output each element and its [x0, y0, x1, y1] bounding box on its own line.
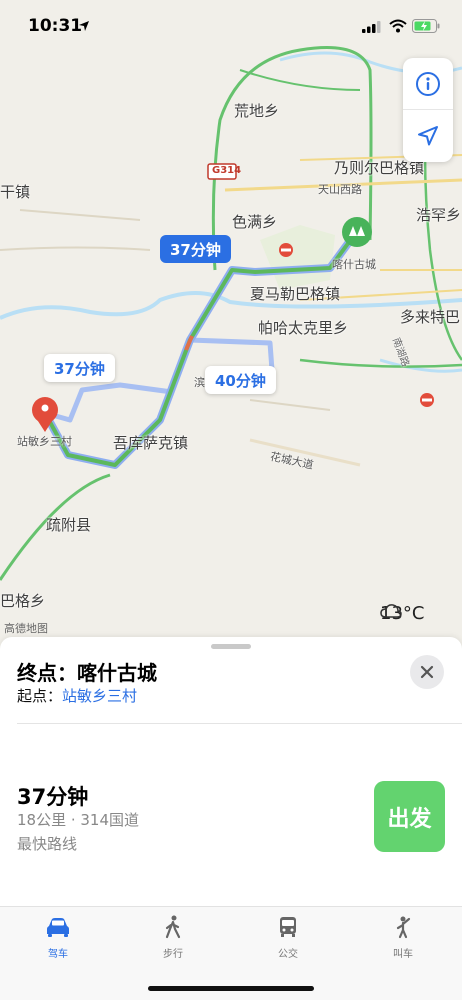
route-duration: 37分钟	[17, 785, 89, 809]
status-time: 10:31	[28, 16, 83, 36]
battery-charging-icon	[412, 19, 440, 33]
destination-title: 终点：喀什古城	[17, 661, 157, 685]
alt-route-time-bubble[interactable]: 37分钟	[44, 354, 115, 382]
destination-poi-icon	[342, 217, 372, 247]
tab-label: 驾车	[48, 949, 68, 960]
highway-label: G314	[212, 165, 242, 176]
map-label: 滨	[194, 376, 205, 389]
status-bar: 10:31	[0, 0, 462, 50]
alt-route-time-bubble[interactable]: 40分钟	[205, 366, 276, 394]
origin-line: 起点：站敏乡三村	[17, 685, 137, 706]
map-label: 喀什古城	[332, 258, 376, 271]
divider	[17, 723, 462, 724]
tab-ride-hail[interactable]: 叫车	[373, 915, 433, 960]
info-icon	[416, 71, 440, 96]
go-button[interactable]: 出发	[374, 781, 445, 852]
map-provider-logo: 高德地图	[4, 622, 48, 635]
close-button[interactable]	[410, 655, 444, 689]
cloud-icon	[380, 604, 402, 618]
origin-prefix: 起点：	[17, 687, 63, 705]
map-label: 多来特巴	[400, 308, 461, 326]
car-icon	[47, 918, 69, 937]
map-controls	[403, 58, 453, 162]
cellular-signal-icon	[362, 21, 381, 33]
home-indicator	[148, 986, 314, 991]
tab-walk[interactable]: 步行	[143, 915, 203, 960]
taxi-icon	[396, 916, 411, 939]
sheet-grabber[interactable]	[211, 644, 251, 649]
map-label: 帕哈太克里乡	[258, 319, 349, 337]
tab-label: 步行	[163, 949, 183, 960]
wifi-icon	[389, 19, 407, 33]
map-label: 巴格乡	[0, 592, 46, 610]
locate-me-button[interactable]	[403, 110, 453, 162]
weather-indicator: 13°C	[380, 603, 424, 624]
close-icon	[420, 665, 434, 679]
map-label: 站敏乡三村	[17, 435, 72, 448]
tab-label: 叫车	[393, 949, 413, 960]
bus-icon	[280, 917, 296, 937]
map-label: 荒地乡	[234, 102, 280, 120]
map-info-button[interactable]	[403, 58, 453, 110]
route-details: 18公里 · 314国道	[17, 811, 140, 829]
map-label: 浩罕乡	[416, 206, 462, 224]
map-label: 吾库萨克镇	[113, 434, 189, 452]
map-label: 干镇	[0, 183, 31, 201]
map-label: 色满乡	[232, 213, 278, 231]
map-label: 天山西路	[318, 183, 362, 196]
map-label: 夏马勒巴格镇	[250, 285, 341, 303]
selected-route-time-bubble[interactable]: 37分钟	[160, 235, 231, 263]
map-view[interactable]: 荒地乡 乃则尔巴格镇 干镇 天山西路 浩罕乡 色满乡 喀什古城 夏马勒巴格镇 多…	[0, 0, 462, 660]
tab-label: 公交	[278, 949, 298, 960]
location-arrow-icon	[79, 21, 89, 31]
map-label: 疏附县	[46, 516, 92, 534]
route-note: 最快路线	[17, 835, 78, 853]
origin-link[interactable]: 站敏乡三村	[62, 687, 137, 705]
location-arrow-icon	[418, 126, 438, 146]
map-canvas	[0, 46, 462, 581]
tab-transit[interactable]: 公交	[258, 915, 318, 960]
walk-icon	[165, 915, 181, 939]
tab-drive[interactable]: 驾车	[28, 915, 88, 960]
